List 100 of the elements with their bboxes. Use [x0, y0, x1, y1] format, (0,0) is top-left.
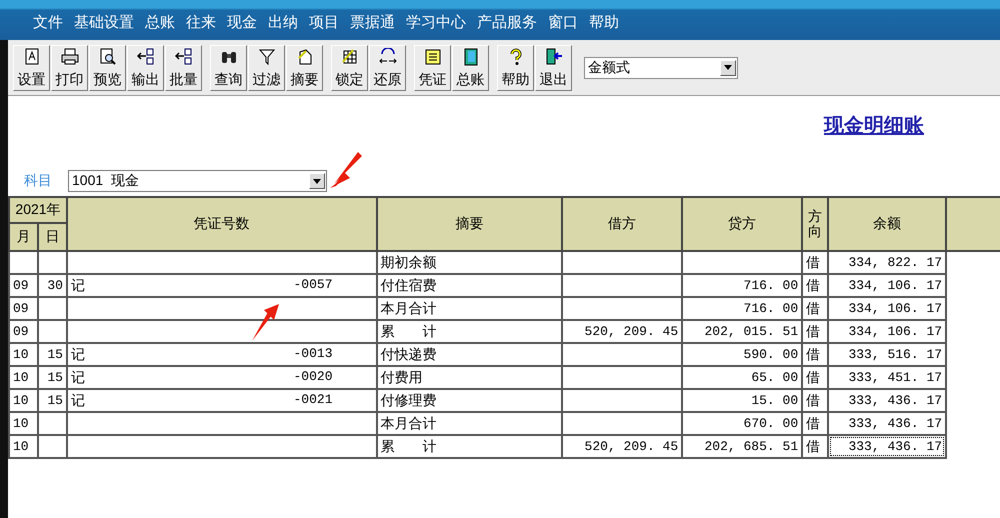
menu-item[interactable]: 基础设置: [74, 12, 134, 32]
table-cell: 520, 209. 45: [562, 435, 682, 458]
book-icon: [462, 48, 480, 66]
table-cell: 520, 209. 45: [562, 320, 682, 343]
table-cell: 期初余额: [376, 251, 562, 274]
table-cell: 334, 106. 17: [828, 297, 946, 320]
menu-item[interactable]: 产品服务: [477, 12, 537, 32]
column-header: 摘要: [376, 197, 562, 251]
table-cell: 716. 00: [682, 297, 802, 320]
toolbar-button[interactable]: 帮助: [497, 44, 534, 90]
toolbar-button[interactable]: 退出: [535, 44, 572, 90]
table-cell: 202, 015. 51: [682, 320, 802, 343]
toolbar-button[interactable]: 锁定: [331, 44, 368, 90]
table-cell: 记 -0013: [66, 343, 376, 366]
table-cell: 借: [802, 343, 828, 366]
menu-item[interactable]: 出纳: [268, 12, 298, 32]
subject-dropdown[interactable]: 1001 现金: [68, 170, 327, 192]
table-cell: 记 -0021: [66, 389, 376, 412]
table-cell: 15: [38, 389, 67, 412]
menu-item[interactable]: 文件: [33, 12, 63, 32]
table-cell: 10: [9, 366, 38, 389]
menu-item[interactable]: 总账: [145, 12, 175, 32]
menu-item[interactable]: 帮助: [589, 12, 619, 32]
toolbar-button[interactable]: 输出: [127, 44, 164, 90]
table-cell: 付修理费: [376, 389, 562, 412]
table-cell: 累 计: [376, 435, 562, 458]
table-cell: 记 -0057: [66, 274, 376, 297]
table-cell: 15: [38, 343, 67, 366]
menu-item[interactable]: 现金: [227, 12, 257, 32]
table-cell: 10: [9, 389, 38, 412]
column-header: 余额: [828, 197, 946, 251]
toolbar-button[interactable]: 批量: [165, 44, 202, 90]
table-cell: 记 -0020: [66, 366, 376, 389]
table-cell: 10: [9, 435, 38, 458]
toolbar-button[interactable]: 凭证: [414, 44, 451, 90]
table-cell: [38, 320, 67, 343]
column-header: 方向: [802, 197, 828, 251]
table-cell: 333, 436. 17: [828, 389, 946, 412]
notepad-icon: [424, 48, 442, 66]
table-cell: 10: [9, 343, 38, 366]
menu-item[interactable]: 票据通: [350, 12, 395, 32]
printer-icon: [60, 48, 78, 66]
table-cell: 334, 822. 17: [828, 251, 946, 274]
arrow-boxes-icon: [174, 48, 192, 66]
table-cell: 334, 106. 17: [828, 320, 946, 343]
magnifier-page-icon: [98, 48, 116, 66]
table-cell: [38, 412, 67, 435]
ledger-title[interactable]: 现金明细账: [824, 112, 924, 166]
toolbar-button[interactable]: 过滤: [248, 44, 285, 90]
menu-item[interactable]: 项目: [309, 12, 339, 32]
annotation-arrow: [252, 304, 279, 341]
filter-icon: [258, 48, 276, 66]
table-cell: [38, 251, 67, 274]
column-header: 借方: [562, 197, 682, 251]
table-cell: 15. 00: [682, 389, 802, 412]
table-cell: 09: [9, 320, 38, 343]
toolbar-button[interactable]: 摘要: [286, 44, 323, 90]
menu-item[interactable]: 学习中心: [406, 12, 466, 32]
table-cell: 借: [802, 389, 828, 412]
column-header: 日: [38, 223, 67, 251]
table-cell: 10: [9, 412, 38, 435]
toolbar-button[interactable]: 预览: [89, 44, 126, 90]
table-cell: 716. 00: [682, 274, 802, 297]
table-cell: 334, 106. 17: [828, 274, 946, 297]
column-header: 月: [9, 223, 38, 251]
table-cell: 670. 00: [682, 412, 802, 435]
toolbar-button[interactable]: 还原: [369, 44, 406, 90]
table-cell: 09: [9, 297, 38, 320]
dropdown-caret-icon: [313, 178, 321, 184]
table-cell: 15: [38, 366, 67, 389]
table-cell: 本月合计: [376, 297, 562, 320]
table-cell: 付住宿费: [376, 274, 562, 297]
table-cell: 333, 451. 17: [828, 366, 946, 389]
arrow-boxes-icon: [136, 48, 154, 66]
toolbar-button[interactable]: 总账: [452, 44, 489, 90]
column-header: 凭证号数: [66, 197, 376, 251]
table-cell: 09: [9, 274, 38, 297]
table-cell: 333, 436. 17: [828, 435, 946, 458]
toolbar-button[interactable]: 设置: [13, 44, 50, 90]
pencil-page-icon: [296, 48, 314, 66]
table-cell: 30: [38, 274, 67, 297]
table-cell: 333, 436. 17: [828, 412, 946, 435]
table-cell: [38, 297, 67, 320]
arrows-icon: [378, 48, 396, 66]
table-cell: [38, 435, 67, 458]
toolbar-button[interactable]: 打印: [51, 44, 88, 90]
toolbar-button[interactable]: 查询: [210, 44, 247, 90]
annotation-arrow: [330, 152, 362, 188]
format-dropdown[interactable]: 金额式: [584, 56, 738, 78]
table-cell: 借: [802, 297, 828, 320]
table-cell: 本月合计: [376, 412, 562, 435]
table-cell: [9, 251, 38, 274]
document-icon: [22, 48, 40, 66]
menu-item[interactable]: 窗口: [548, 12, 578, 32]
menu-item[interactable]: 往来: [186, 12, 216, 32]
grid-pencil-icon: [340, 48, 358, 66]
dropdown-caret-icon: [724, 65, 732, 70]
table-cell: 借: [802, 366, 828, 389]
table-cell: 付费用: [376, 366, 562, 389]
table-cell: 借: [802, 274, 828, 297]
